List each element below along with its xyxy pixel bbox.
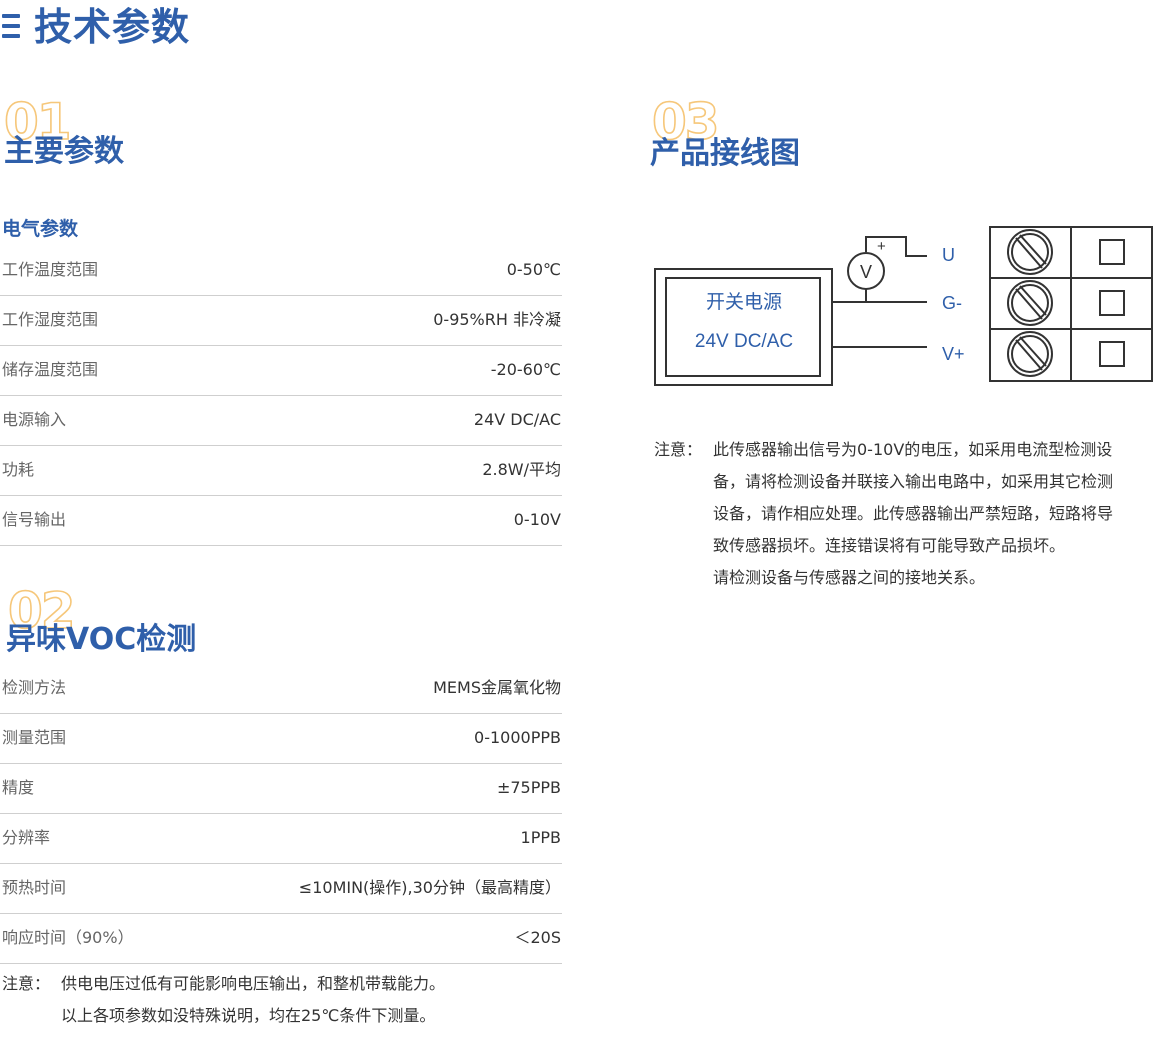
spec-value: -20-60℃ xyxy=(490,360,561,379)
spec-label: 功耗 xyxy=(2,460,35,479)
title-bars-icon xyxy=(2,14,20,40)
spec-value: ＜20S xyxy=(514,928,561,947)
spec-row: 测量范围 0-1000PPB xyxy=(0,714,562,764)
subsection-title-electrical: 电气参数 xyxy=(2,218,79,240)
note-line: 供电电压过低有可能影响电压输出，和整机带载能力。 xyxy=(61,974,446,993)
section-title-main-params: 主要参数 xyxy=(4,134,124,169)
note-label-left: 注意： xyxy=(2,974,51,993)
spec-row: 信号输出 0-10V xyxy=(0,496,562,546)
terminal-socket-icon xyxy=(1099,341,1125,367)
spec-value: 1PPB xyxy=(520,828,561,847)
note-label-right: 注意： xyxy=(654,440,703,459)
spec-row: 储存温度范围 -20-60℃ xyxy=(0,346,562,396)
spec-label: 电源输入 xyxy=(2,410,67,429)
voltmeter-label: V xyxy=(860,262,872,282)
plus-sign: + xyxy=(877,238,886,255)
spec-row: 工作湿度范围 0-95%RH 非冷凝 xyxy=(0,296,562,346)
spec-label: 储存温度范围 xyxy=(2,360,99,379)
spec-value: ±75PPB xyxy=(496,778,561,797)
spec-row: 响应时间（90%） ＜20S xyxy=(0,914,562,964)
section-title-wiring: 产品接线图 xyxy=(650,136,800,171)
power-supply-label: 开关电源 xyxy=(706,291,782,313)
spec-label: 响应时间（90%） xyxy=(2,928,134,947)
spec-value: 0-50℃ xyxy=(506,260,561,279)
spec-value: 24V DC/AC xyxy=(473,410,561,429)
spec-label: 预热时间 xyxy=(2,878,67,897)
terminal-label-vplus: V+ xyxy=(942,344,965,364)
note-line: 致传感器损坏。连接错误将有可能导致产品损坏。 xyxy=(713,536,1066,555)
spec-row: 电源输入 24V DC/AC xyxy=(0,396,562,446)
spec-label: 测量范围 xyxy=(2,728,67,747)
note-line: 以上各项参数如没特殊说明，均在25℃条件下测量。 xyxy=(61,1006,436,1025)
spec-value: MEMS金属氧化物 xyxy=(433,678,561,697)
screw-icon xyxy=(1007,280,1053,326)
terminal-socket-icon xyxy=(1099,239,1125,265)
spec-row: 工作温度范围 0-50℃ xyxy=(0,246,562,296)
wire-u xyxy=(865,236,927,257)
spec-value: 2.8W/平均 xyxy=(482,460,561,479)
page-title: 技术参数 xyxy=(34,5,191,49)
note-body-right: 此传感器输出信号为0-10V的电压，如采用电流型检测设 备，请将检测设备并联接入… xyxy=(713,434,1161,594)
spec-label: 分辨率 xyxy=(2,828,51,847)
terminal-socket-icon xyxy=(1099,290,1125,316)
spec-row: 预热时间 ≤10MIN(操作),30分钟（最高精度） xyxy=(0,864,562,914)
spec-label: 精度 xyxy=(2,778,35,797)
spec-row: 分辨率 1PPB xyxy=(0,814,562,864)
screw-icon xyxy=(1007,229,1053,275)
screw-icon xyxy=(1007,331,1053,377)
spec-label: 信号输出 xyxy=(2,510,67,529)
spec-value: ≤10MIN(操作),30分钟（最高精度） xyxy=(298,878,561,897)
terminal-label-g: G- xyxy=(942,293,962,313)
spec-label: 工作温度范围 xyxy=(2,260,99,279)
spec-row: 功耗 2.8W/平均 xyxy=(0,446,562,496)
power-supply-outer xyxy=(654,268,833,386)
note-line: 设备，请作相应处理。此传感器输出严禁短路，短路将导 xyxy=(713,504,1114,523)
spec-label: 工作湿度范围 xyxy=(2,310,99,329)
note-line: 备，请将检测设备并联接入输出电路中，如采用其它检测 xyxy=(713,472,1114,491)
note-line: 此传感器输出信号为0-10V的电压，如采用电流型检测设 xyxy=(713,440,1113,459)
spec-value: 0-1000PPB xyxy=(474,728,561,747)
wiring-diagram: 开关电源 24V DC/AC V + U G- V+ xyxy=(654,226,1153,386)
spec-value: 0-95%RH 非冷凝 xyxy=(433,310,561,329)
note-line: 请检测设备与传感器之间的接地关系。 xyxy=(713,568,986,587)
spec-value: 0-10V xyxy=(513,510,561,529)
section-title-voc: 异味VOC检测 xyxy=(6,622,197,657)
spec-row: 检测方法 MEMS金属氧化物 xyxy=(0,664,562,714)
terminal-label-u: U xyxy=(942,245,955,265)
spec-label: 检测方法 xyxy=(2,678,67,697)
power-supply-voltage: 24V DC/AC xyxy=(695,331,793,352)
spec-row: 精度 ±75PPB xyxy=(0,764,562,814)
